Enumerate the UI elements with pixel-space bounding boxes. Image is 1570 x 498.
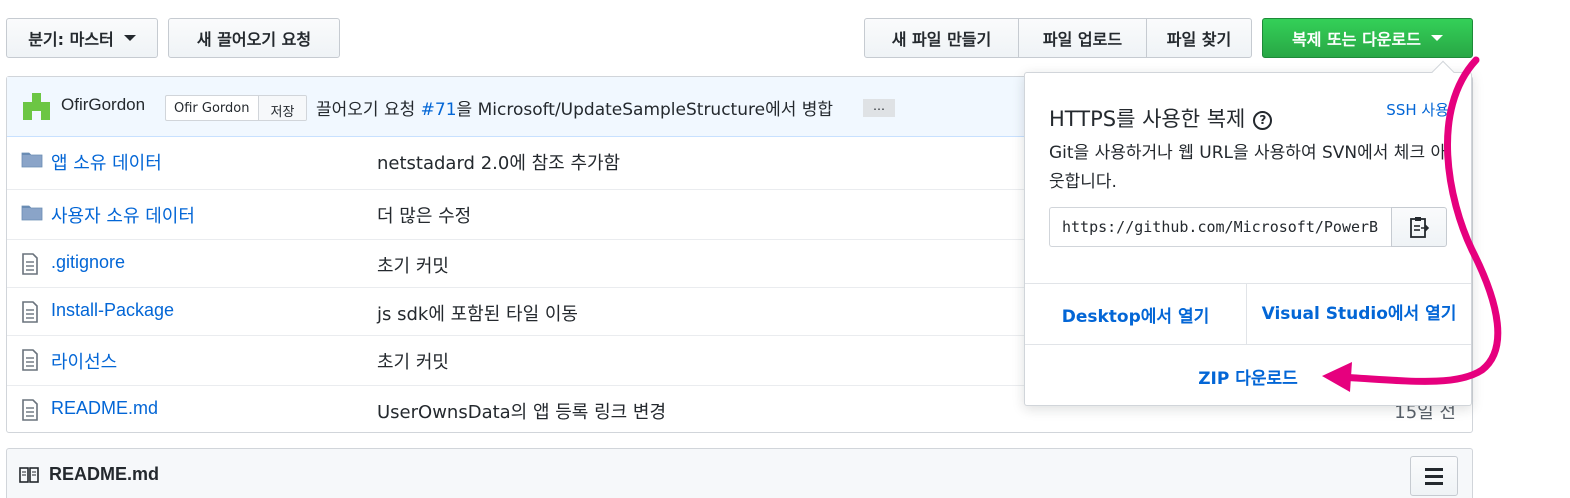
pull-request-link[interactable]: #71 bbox=[421, 100, 457, 120]
commit-author[interactable]: OfirGordon bbox=[61, 95, 145, 115]
clone-description: Git을 사용하거나 웹 URL을 사용하여 SVN에서 체크 아웃합니다. bbox=[1049, 143, 1447, 192]
branch-select-label: 분기: 마스터 bbox=[28, 30, 114, 49]
readme-title[interactable]: README.md bbox=[49, 464, 159, 485]
commit-message-prefix: 끌어오기 요청 bbox=[316, 100, 421, 120]
commit-message-link[interactable]: netstadard 2.0에 참조 추가함 bbox=[377, 149, 620, 175]
clone-dropdown: HTTPS를 사용한 복제? SSH 사용 Git을 사용하거나 웹 URL을 … bbox=[1024, 60, 1472, 407]
readme-header: README.md bbox=[6, 448, 1473, 498]
commit-message-suffix: 을 Microsoft/UpdateSampleStructure에서 병합 bbox=[456, 100, 834, 120]
badge-action: 저장 bbox=[257, 96, 307, 120]
clone-title: HTTPS를 사용한 복제? bbox=[1049, 103, 1273, 133]
chevron-down-icon bbox=[123, 35, 136, 41]
commit-message-link[interactable]: js sdk에 포함된 타일 이동 bbox=[377, 300, 578, 326]
commit-message-link[interactable]: UserOwnsData의 앱 등록 링크 변경 bbox=[377, 398, 666, 424]
file-icon bbox=[21, 349, 39, 376]
file-icon bbox=[21, 399, 39, 426]
copy-url-button[interactable] bbox=[1391, 207, 1447, 247]
open-options: Desktop에서 열기 Visual Studio에서 열기 bbox=[1025, 283, 1471, 345]
folder-icon bbox=[21, 150, 43, 173]
branch-select-button[interactable]: 분기: 마스터 bbox=[6, 18, 158, 58]
commit-message[interactable]: 끌어오기 요청 #71을 Microsoft/UpdateSampleStruc… bbox=[316, 95, 833, 120]
clone-or-download-button[interactable]: 복제 또는 다운로드 bbox=[1262, 18, 1473, 58]
new-pull-request-button[interactable]: 새 끌어오기 요청 bbox=[168, 18, 340, 58]
file-name-link[interactable]: 라이선스 bbox=[51, 348, 117, 374]
clipboard-icon bbox=[1410, 217, 1430, 238]
clone-title-text: HTTPS를 사용한 복제 bbox=[1049, 107, 1246, 131]
chevron-down-icon bbox=[1430, 35, 1443, 41]
clone-or-download-label: 복제 또는 다운로드 bbox=[1292, 30, 1421, 49]
file-name-link[interactable]: Install-Package bbox=[51, 300, 174, 321]
badge-name: Ofir Gordon bbox=[174, 101, 250, 116]
avatar[interactable] bbox=[23, 93, 50, 120]
file-name-link[interactable]: .gitignore bbox=[51, 252, 125, 273]
dropdown-pointer bbox=[1431, 60, 1455, 84]
commit-message-link[interactable]: 더 많은 수정 bbox=[377, 202, 471, 228]
file-icon bbox=[21, 301, 39, 328]
find-file-button[interactable]: 파일 찾기 bbox=[1146, 18, 1252, 58]
book-icon bbox=[19, 467, 39, 488]
open-in-desktop-button[interactable]: Desktop에서 열기 bbox=[1025, 284, 1247, 344]
committer-badge: Ofir Gordon 저장 bbox=[165, 95, 308, 121]
upload-files-button[interactable]: 파일 업로드 bbox=[1018, 18, 1147, 58]
help-icon[interactable]: ? bbox=[1253, 110, 1273, 130]
readme-menu-button[interactable] bbox=[1410, 456, 1458, 496]
create-new-file-button[interactable]: 새 파일 만들기 bbox=[864, 18, 1019, 58]
file-name-link[interactable]: 앱 소유 데이터 bbox=[51, 149, 162, 175]
download-zip-button[interactable]: ZIP 다운로드 bbox=[1025, 345, 1471, 407]
commit-message-link[interactable]: 초기 커밋 bbox=[377, 348, 449, 374]
commit-message-link[interactable]: 초기 커밋 bbox=[377, 252, 449, 278]
file-name-link[interactable]: 사용자 소유 데이터 bbox=[51, 202, 195, 228]
clone-url-input[interactable] bbox=[1049, 207, 1391, 247]
folder-icon bbox=[21, 203, 43, 226]
hamburger-icon bbox=[1425, 467, 1443, 471]
file-icon bbox=[21, 253, 39, 280]
open-in-visual-studio-button[interactable]: Visual Studio에서 열기 bbox=[1247, 284, 1471, 344]
file-name-link[interactable]: README.md bbox=[51, 398, 158, 419]
commit-expand-button[interactable]: … bbox=[863, 99, 895, 117]
use-ssh-link[interactable]: SSH 사용 bbox=[1386, 99, 1449, 120]
